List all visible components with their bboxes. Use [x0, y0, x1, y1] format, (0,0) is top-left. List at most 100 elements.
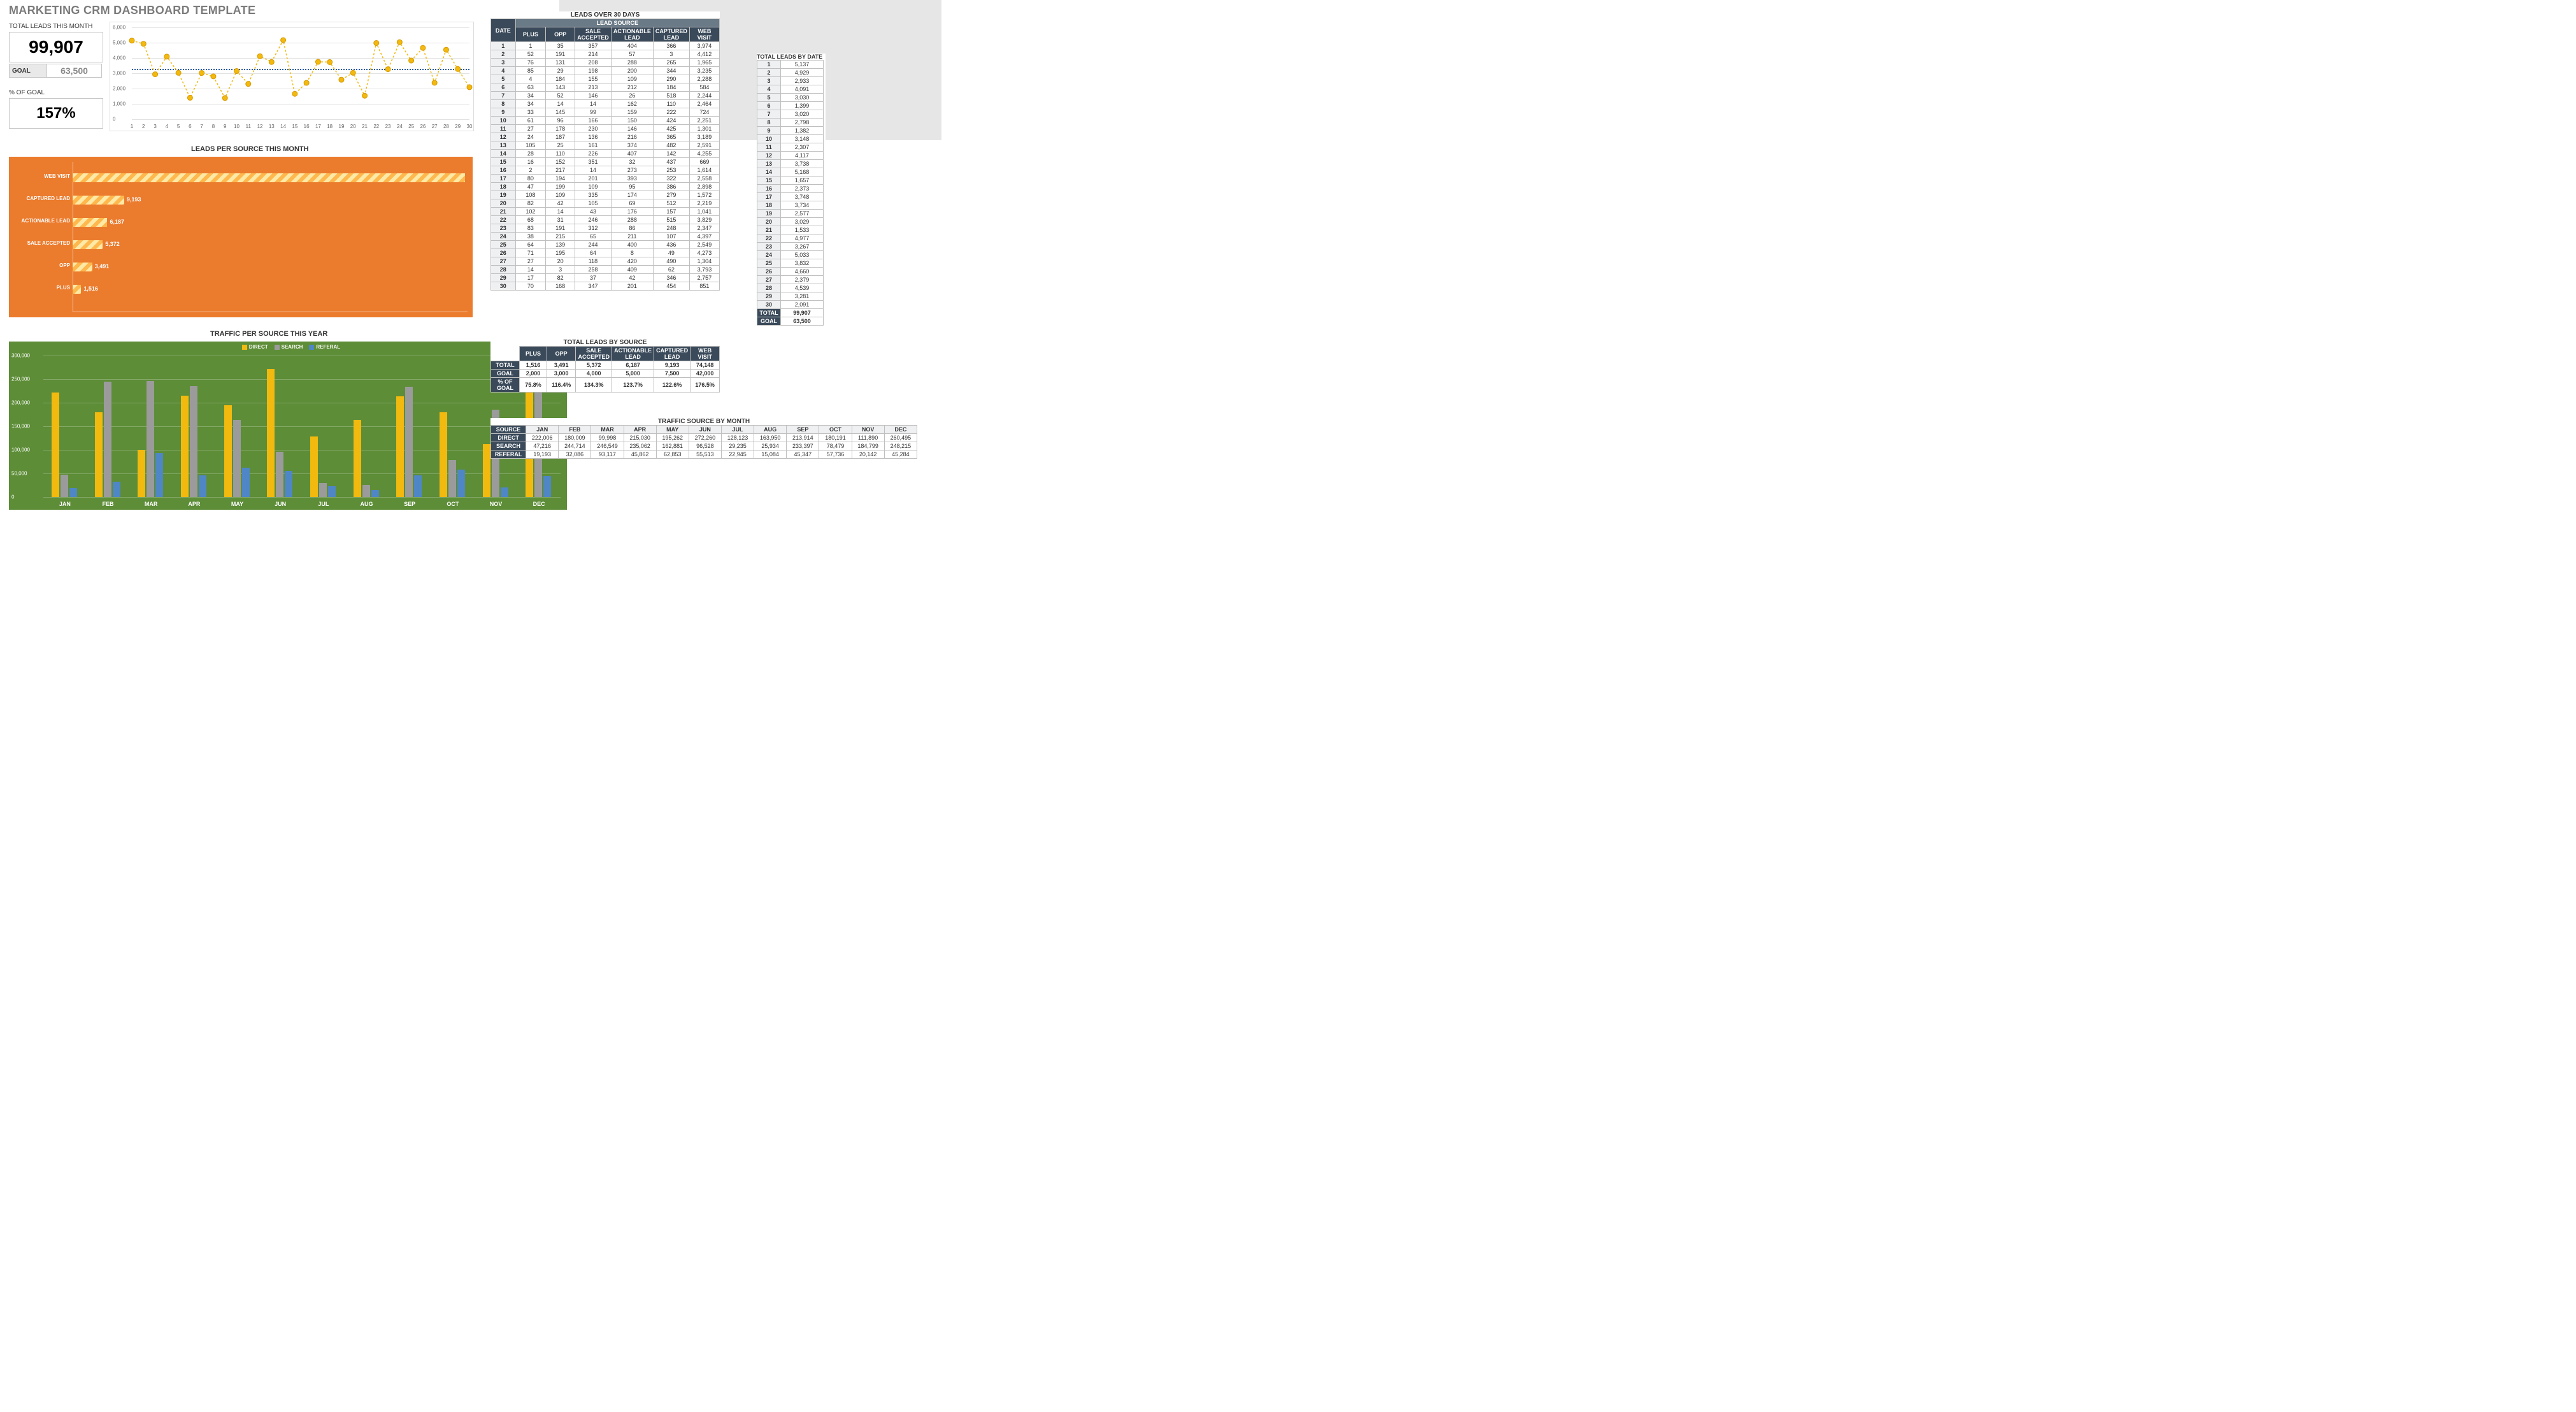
data-cell: 4,000: [576, 370, 612, 378]
data-cell: 131: [546, 59, 575, 67]
data-cell: 366: [653, 42, 689, 50]
date-cell: 1: [491, 42, 516, 50]
data-cell: 386: [653, 183, 689, 191]
date-cell: 18: [491, 183, 516, 191]
date-cell: 29: [757, 292, 781, 301]
date-cell: 21: [491, 208, 516, 216]
data-cell: 437: [653, 158, 689, 166]
data-cell: 4,412: [689, 50, 719, 59]
date-cell: 21: [757, 226, 781, 234]
date-cell: 1: [757, 61, 781, 69]
leads-table-title: LEADS OVER 30 DAYS: [490, 11, 720, 18]
data-cell: 68: [515, 216, 546, 224]
data-cell: 6,187: [612, 361, 654, 370]
data-cell: 49: [653, 249, 689, 257]
data-cell: 2,558: [689, 175, 719, 183]
data-cell: 26: [611, 92, 653, 100]
data-cell: 199: [546, 183, 575, 191]
data-cell: 25,934: [754, 442, 787, 450]
green-legend: DIRECTSEARCHREFERAL: [9, 344, 567, 350]
data-cell: 1,516: [520, 361, 547, 370]
data-cell: 184: [653, 83, 689, 92]
data-cell: 65: [575, 233, 612, 241]
data-cell: 52: [546, 92, 575, 100]
data-cell: 454: [653, 282, 689, 291]
data-cell: 168: [546, 282, 575, 291]
total-leads-value-box: 99,907: [9, 32, 103, 62]
data-cell: 211: [611, 233, 653, 241]
data-cell: 584: [689, 83, 719, 92]
data-cell: 28: [515, 150, 546, 158]
value-cell: 1,657: [781, 176, 824, 185]
data-cell: 195,262: [656, 434, 689, 442]
data-cell: 74,148: [691, 361, 720, 370]
data-cell: 425: [653, 125, 689, 133]
data-cell: 1,041: [689, 208, 719, 216]
data-cell: 424: [653, 117, 689, 125]
data-cell: 200: [611, 67, 653, 75]
data-cell: 344: [653, 67, 689, 75]
value-cell: 2,798: [781, 119, 824, 127]
data-cell: 512: [653, 199, 689, 208]
data-cell: 365: [653, 133, 689, 141]
goal-label: GOAL: [757, 317, 781, 326]
value-cell: 4,091: [781, 85, 824, 94]
date-cell: 2: [757, 69, 781, 77]
data-cell: 32,086: [559, 450, 591, 459]
data-cell: 61: [515, 117, 546, 125]
date-cell: 23: [757, 243, 781, 251]
data-cell: 2,244: [689, 92, 719, 100]
value-cell: 5,137: [781, 61, 824, 69]
goal-value: 63,500: [47, 64, 102, 78]
data-cell: 82: [546, 274, 575, 282]
month-header: AUG: [754, 426, 787, 434]
data-cell: 96,528: [689, 442, 721, 450]
data-cell: 2,464: [689, 100, 719, 108]
goal-row: GOAL 63,500: [9, 64, 102, 78]
value-cell: 4,660: [781, 268, 824, 276]
date-cell: 13: [491, 141, 516, 150]
data-cell: 25: [546, 141, 575, 150]
value-cell: 3,738: [781, 160, 824, 168]
date-cell: 25: [491, 241, 516, 249]
data-cell: 233,397: [787, 442, 819, 450]
month-header: SEP: [787, 426, 819, 434]
date-cell: 26: [491, 249, 516, 257]
data-cell: 176.5%: [691, 378, 720, 393]
data-cell: 35: [546, 42, 575, 50]
data-cell: 38: [515, 233, 546, 241]
data-cell: 2,591: [689, 141, 719, 150]
data-cell: 191: [546, 224, 575, 233]
date-cell: 5: [491, 75, 516, 83]
value-cell: 4,117: [781, 152, 824, 160]
data-cell: 32: [611, 158, 653, 166]
data-cell: 136: [575, 133, 612, 141]
data-cell: 216: [611, 133, 653, 141]
data-cell: 14: [515, 266, 546, 274]
data-cell: 2,288: [689, 75, 719, 83]
data-cell: 52: [515, 50, 546, 59]
data-cell: 142: [653, 150, 689, 158]
data-cell: 235,062: [624, 442, 656, 450]
data-cell: 9,193: [654, 361, 691, 370]
data-cell: 157: [653, 208, 689, 216]
date-cell: 11: [757, 143, 781, 152]
col-header: PLUS: [520, 347, 547, 361]
data-cell: 2,251: [689, 117, 719, 125]
data-cell: 290: [653, 75, 689, 83]
data-cell: 75.8%: [520, 378, 547, 393]
data-cell: 108: [515, 191, 546, 199]
data-cell: 4,255: [689, 150, 719, 158]
data-cell: 322: [653, 175, 689, 183]
date-cell: 27: [757, 276, 781, 284]
date-cell: 13: [757, 160, 781, 168]
data-cell: 230: [575, 125, 612, 133]
date-cell: 26: [757, 268, 781, 276]
data-cell: 111,890: [852, 434, 884, 442]
data-cell: 184: [546, 75, 575, 83]
value-cell: 3,748: [781, 193, 824, 201]
leads-over-30-days-panel: LEADS OVER 30 DAYS DATELEAD SOURCEPLUSOP…: [490, 11, 720, 291]
data-cell: 3,189: [689, 133, 719, 141]
date-cell: 19: [491, 191, 516, 199]
date-cell: 25: [757, 259, 781, 268]
